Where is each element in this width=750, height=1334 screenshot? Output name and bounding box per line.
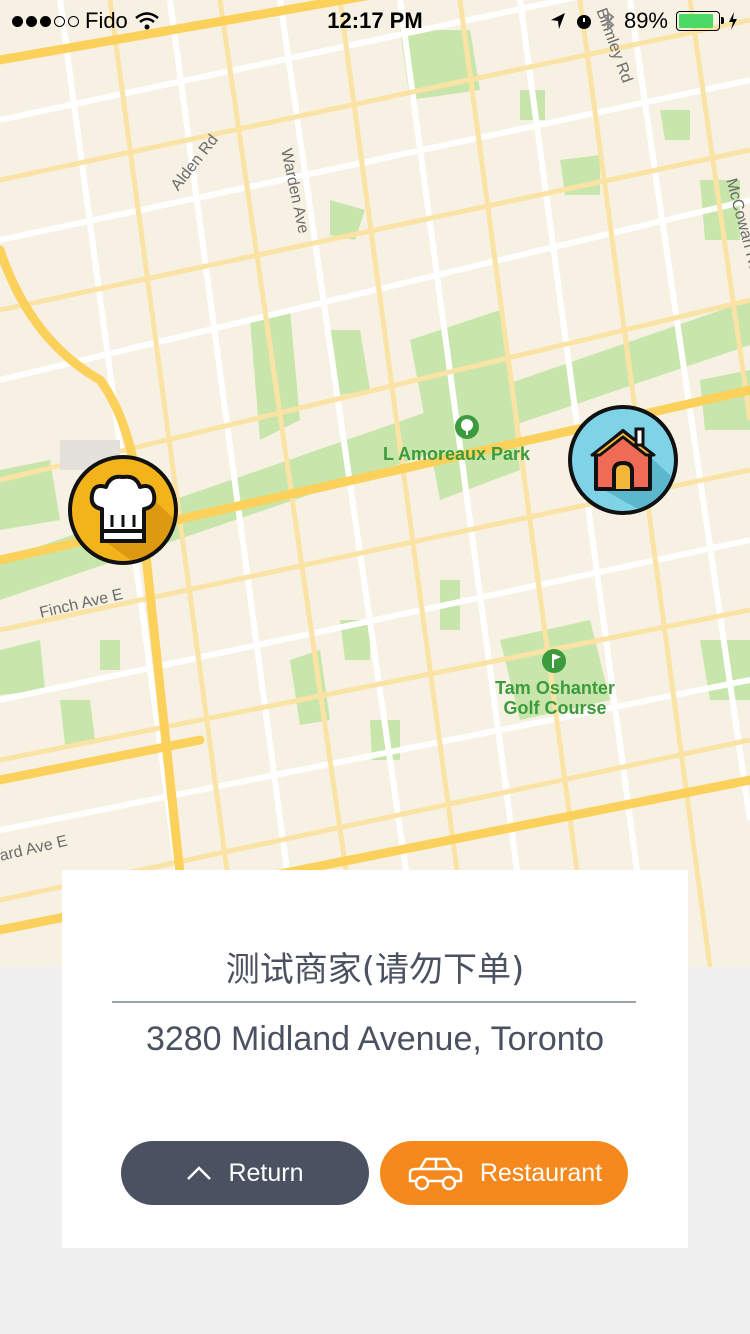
charging-icon [729,12,737,30]
home-icon [590,427,674,511]
merchant-card: 测试商家(请勿下单) 3280 Midland Avenue, Toronto … [62,870,688,1248]
chevron-up-icon [187,1166,212,1180]
golf-course-label: Tam Oshanter Golf Course [495,678,615,718]
merchant-address: 3280 Midland Avenue, Toronto [145,1020,605,1058]
park-icon [455,415,479,439]
map-view[interactable]: Alden Rd Warden Ave Birmley Rd McCowan R… [0,0,750,967]
bluetooth-icon [603,11,615,31]
return-button-label: Return [228,1158,304,1187]
chef-hat-icon [89,474,174,561]
return-button[interactable]: Return [121,1141,369,1205]
divider [112,1001,636,1003]
restaurant-button[interactable]: Restaurant [380,1141,628,1205]
merchant-name: 测试商家(请勿下单) [225,950,525,990]
home-marker[interactable] [568,405,678,515]
car-icon [408,1157,463,1191]
location-arrow-icon [550,13,565,29]
restaurant-button-label: Restaurant [479,1158,603,1187]
park-label: L Amoreaux Park [383,444,531,464]
golf-icon [542,649,566,673]
status-bar: Fido 12:17 PM 89% [0,0,750,40]
restaurant-marker[interactable] [68,455,178,565]
battery-icon [676,11,724,31]
alarm-icon [576,15,591,29]
battery-percent: 89% [623,8,668,33]
